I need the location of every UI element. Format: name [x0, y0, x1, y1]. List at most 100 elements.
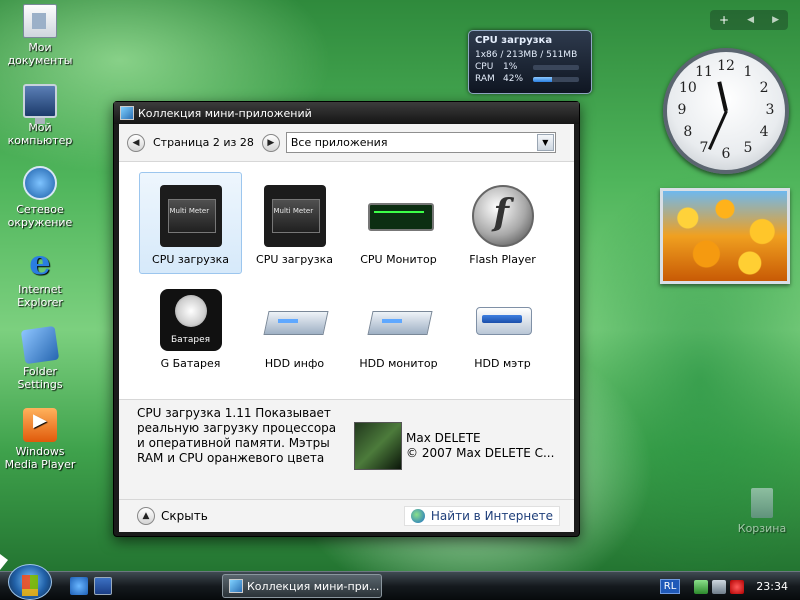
clock-time[interactable]: 23:34	[756, 580, 788, 593]
page-indicator: Страница 2 из 28	[153, 136, 254, 149]
cpu-row: CPU 1%	[475, 61, 585, 73]
gallery-app-icon	[120, 106, 134, 120]
clock-number: 8	[683, 124, 693, 140]
clock-number: 10	[678, 80, 697, 96]
gadget-label: Flash Player	[469, 253, 536, 266]
chevron-down-icon[interactable]: ▼	[536, 134, 554, 151]
slideshow-photo[interactable]	[660, 188, 790, 284]
hide-details-button[interactable]: ▲ Скрыть	[137, 507, 208, 525]
desktop-icon-label: Мой компьютер	[7, 121, 73, 147]
gadget-tile[interactable]: HDD мэтр	[451, 276, 554, 378]
clock-number: 11	[695, 63, 713, 80]
desktop-icon-internet-explorer[interactable]: e Internet Explorer	[0, 246, 80, 309]
gadget-label: CPU загрузка	[256, 253, 333, 266]
quick-launch	[70, 577, 118, 595]
gadget-tile[interactable]: HDD инфо	[243, 276, 346, 378]
language-indicator[interactable]: RL	[659, 579, 681, 594]
multimeter-chip-icon	[263, 185, 326, 247]
desktop-icon-network[interactable]: Сетевое окружение	[0, 166, 80, 229]
desktop-icon-label: Корзина	[737, 522, 787, 535]
gadget-tile[interactable]: G Батарея	[139, 276, 242, 378]
ram-meter	[533, 76, 579, 82]
author-info: Max DELETE © 2007 Max DELETE C...	[354, 422, 554, 470]
hard-disk-icon	[264, 289, 326, 351]
cpu-monitor-icon	[367, 185, 434, 247]
desktop-icon-my-documents[interactable]: Мои документы	[0, 4, 80, 67]
taskbar-button-gadget-gallery[interactable]: Коллекция мини-при...	[222, 574, 382, 598]
memory-summary: 1x86 / 213MB / 511MB	[475, 50, 578, 60]
gadget-label: HDD инфо	[264, 357, 325, 370]
gadget-label: CPU Монитор	[360, 253, 437, 266]
filter-value: Все приложения	[290, 136, 388, 149]
minute-hand	[707, 110, 728, 150]
drive-icon	[472, 289, 534, 351]
chevron-up-icon: ▲	[137, 507, 155, 525]
cpu-label: CPU	[475, 62, 494, 72]
clock-number: 3	[765, 102, 775, 118]
globe-icon	[410, 509, 425, 523]
clock-number: 5	[743, 140, 753, 157]
window-titlebar[interactable]: Коллекция мини-приложений	[114, 102, 579, 124]
multimeter-chip-icon	[159, 185, 222, 247]
previous-arrow-icon[interactable]: ◀	[747, 15, 754, 25]
hard-disk-icon	[368, 289, 430, 351]
network-icon	[23, 166, 57, 200]
clock-gadget[interactable]: 12 1 2 3 4 5 6 7 8 9 10 11	[663, 48, 789, 174]
gallery-app-icon	[229, 579, 243, 593]
desktop-icon-folder-settings[interactable]: Folder Settings	[0, 325, 80, 391]
clock-number: 1	[743, 63, 753, 80]
start-button[interactable]	[8, 564, 52, 600]
chevron-left-icon: ◀	[132, 137, 140, 148]
hide-details-label: Скрыть	[161, 509, 208, 523]
show-desktop-icon[interactable]	[94, 577, 112, 595]
next-arrow-icon[interactable]: ▶	[772, 15, 779, 25]
gadget-label: G Батарея	[160, 357, 221, 370]
internet-explorer-icon: e	[29, 243, 51, 283]
gadget-tile[interactable]: CPU загрузка	[139, 172, 242, 274]
gadget-label: HDD мэтр	[474, 357, 531, 370]
desktop-icon-label: Сетевое окружение	[7, 203, 73, 229]
get-more-online-link[interactable]: Найти в Интернете	[403, 506, 560, 526]
category-filter-select[interactable]: Все приложения ▼	[285, 132, 556, 153]
desktop-icon-label: Internet Explorer	[17, 283, 63, 309]
clock-number: 4	[759, 124, 769, 140]
cpu-meter	[533, 64, 579, 70]
desktop-icon-windows-media-player[interactable]: Windows Media Player	[0, 408, 80, 471]
mouse-cursor	[0, 554, 8, 570]
window-footer: ▲ Скрыть Найти в Интернете	[119, 499, 574, 532]
gadget-tile[interactable]: CPU Монитор	[347, 172, 450, 274]
gadget-tile[interactable]: Flash Player	[451, 172, 554, 274]
gadget-tile[interactable]: CPU загрузка	[243, 172, 346, 274]
clock-number: 9	[677, 102, 687, 118]
add-gadget-icon[interactable]: +	[719, 13, 729, 27]
internet-explorer-icon[interactable]	[70, 577, 88, 595]
folder-settings-icon	[20, 325, 60, 365]
gadget-gallery-window: Коллекция мини-приложений ◀ Страница 2 и…	[113, 101, 580, 537]
next-page-button[interactable]: ▶	[261, 133, 280, 152]
gadget-label: CPU загрузка	[152, 253, 229, 266]
flash-player-icon	[471, 185, 534, 247]
gadget-details: CPU загрузка 1.11 Показывает реальную за…	[119, 399, 574, 499]
ram-value: 42%	[503, 74, 524, 84]
gadget-description: CPU загрузка 1.11 Показывает реальную за…	[137, 406, 337, 465]
ram-row: RAM 42%	[475, 73, 585, 85]
desktop-icon-my-computer[interactable]: Мой компьютер	[0, 84, 80, 147]
ram-label: RAM	[475, 74, 495, 84]
volume-icon[interactable]	[712, 579, 727, 594]
page-navigation: ◀ Страница 2 из 28 ▶ Все приложения ▼	[119, 124, 574, 162]
author-name: Max DELETE	[406, 431, 481, 445]
gadget-tile[interactable]: HDD монитор	[347, 276, 450, 378]
previous-page-button[interactable]: ◀	[127, 133, 145, 152]
network-icon[interactable]	[694, 579, 709, 594]
online-link-label: Найти в Интернете	[430, 509, 553, 523]
battery-icon	[159, 289, 222, 351]
cpu-load-gadget[interactable]: CPU загрузка 1x86 / 213MB / 511MB CPU 1%…	[468, 30, 592, 94]
system-tray: RL 23:34	[659, 572, 800, 600]
gadget-label: HDD монитор	[359, 357, 438, 370]
desktop-icon-label: Windows Media Player	[4, 445, 76, 471]
desktop-icon-label: Folder Settings	[17, 365, 63, 391]
security-icon[interactable]	[730, 579, 745, 594]
taskbar-button-label: Коллекция мини-при...	[247, 579, 380, 593]
author-avatar	[354, 422, 402, 470]
desktop-icon-recycle-bin[interactable]: Корзина	[734, 488, 790, 535]
